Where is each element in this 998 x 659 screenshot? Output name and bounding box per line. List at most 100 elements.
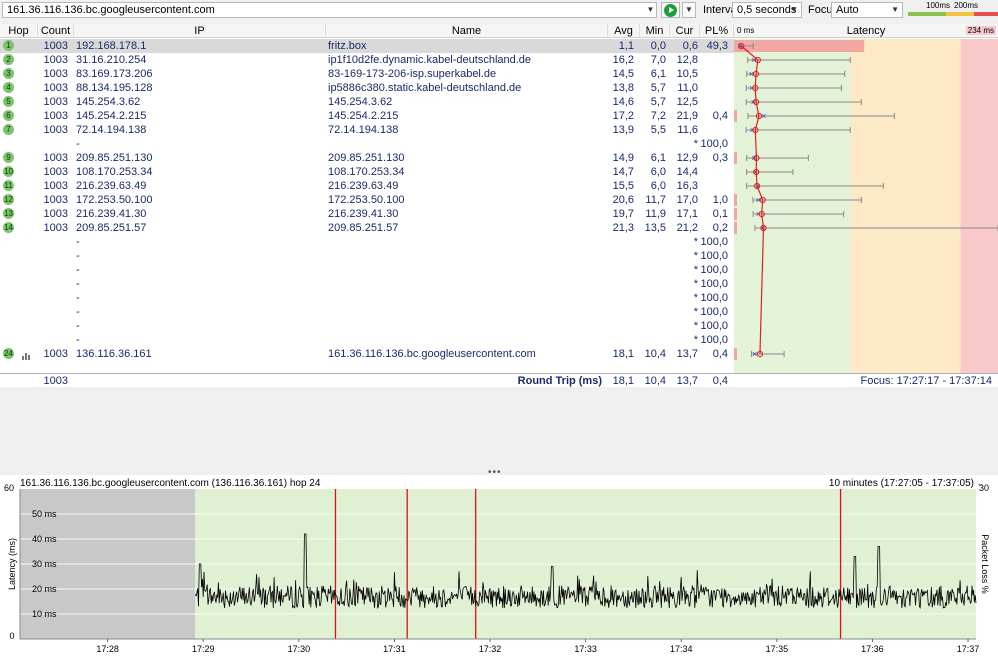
hop-count: 1003: [43, 124, 68, 136]
rt-count: 1003: [43, 375, 68, 387]
hop-row[interactable]: - * 100,0: [0, 305, 734, 319]
target-input[interactable]: 161.36.116.136.bc.googleusercontent.com: [2, 2, 657, 18]
hop-row[interactable]: 10 1003 108.170.253.34 108.170.253.34 14,7 6,…: [0, 165, 734, 179]
hop-cur: *: [693, 264, 698, 276]
hop-number-badge: 7: [3, 124, 14, 135]
hop-cur: 12,8: [676, 54, 698, 66]
col-avg[interactable]: Avg: [608, 24, 640, 38]
hop-count: [38, 263, 68, 277]
hop-row[interactable]: 5 1003 145.254.3.62 145.254.3.62 14,6 5,7 12,5: [0, 95, 734, 109]
hop-ip: 209.85.251.130: [76, 152, 153, 164]
hop-min: 10,4: [644, 348, 666, 360]
hop-row[interactable]: 7 1003 72.14.194.138 72.14.194.138 13,9 5,5 11…: [0, 123, 734, 137]
hop-row[interactable]: 14 1003 209.85.251.57 209.85.251.57 21,3 13,5…: [0, 221, 734, 235]
hop-avg: 20,6: [612, 194, 634, 206]
hop-name: ip5886c380.static.kabel-deutschland.de: [328, 82, 522, 94]
hop-ip: -: [76, 250, 80, 262]
hop-name: 209.85.251.57: [328, 222, 399, 234]
hop-pl: 100,0: [700, 138, 728, 150]
interval-value: 0,5 seconds: [737, 4, 797, 16]
hop-hop: 6: [0, 109, 38, 123]
hop-cur: *: [693, 278, 698, 290]
hop-hop: [0, 305, 38, 319]
focus-select[interactable]: Auto ▼: [831, 2, 903, 18]
hop-pl: [700, 179, 728, 193]
hop-min: 6,1: [650, 152, 666, 164]
hop-name: [328, 305, 604, 319]
hop-row[interactable]: - * 100,0: [0, 333, 734, 347]
hop-row[interactable]: 3 1003 83.169.173.206 83-169-173-206-isp.su…: [0, 67, 734, 81]
hop-avg: 15,5: [612, 180, 634, 192]
packet-loss-bar: [734, 194, 737, 206]
hop-name: ip1f10d2fe.dynamic.kabel-deutschland.de: [328, 54, 532, 66]
hop-row[interactable]: - * 100,0: [0, 235, 734, 249]
hop-hop: 1: [0, 39, 38, 53]
hop-number-badge: 12: [3, 194, 14, 205]
hop-ip: -: [76, 320, 80, 332]
hop-hop: [0, 137, 38, 151]
hop-row[interactable]: 1 1003 192.168.178.1 fritz.box 1,1 0,0 0,6 49,3: [0, 39, 734, 53]
grid-header: Hop Count IP Name Avg Min Cur PL% Latenc…: [0, 24, 998, 38]
hop-row[interactable]: - * 100,0: [0, 263, 734, 277]
timeline-chart[interactable]: 50 ms40 ms30 ms20 ms10 ms60030Latency (m…: [0, 475, 998, 659]
hop-cur: 10,5: [676, 68, 698, 80]
hop-row[interactable]: 12 1003 172.253.50.100 172.253.50.100 20,6 11…: [0, 193, 734, 207]
hop-pl: 0,4: [712, 110, 728, 122]
hop-count: 1003: [43, 96, 68, 108]
hop-row[interactable]: 24 1003 136.116.36.161 161.36.116.136.bc.go…: [0, 347, 734, 361]
col-min[interactable]: Min: [640, 24, 670, 38]
col-cur[interactable]: Cur: [670, 24, 700, 38]
latency-cur-mark: ×: [752, 349, 757, 359]
chart-range[interactable]: 10 minutes (17:27:05 - 17:37:05): [829, 478, 974, 489]
hop-row[interactable]: - * 100,0: [0, 291, 734, 305]
hop-row[interactable]: - * 100,0: [0, 319, 734, 333]
hop-ip: 145.254.3.62: [76, 96, 141, 108]
hop-hop: [0, 291, 38, 305]
scale-100-label: 100ms: [926, 1, 951, 10]
hop-row[interactable]: - * 100,0: [0, 249, 734, 263]
bar-chart-icon[interactable]: [22, 350, 32, 360]
hop-row[interactable]: 6 1003 145.254.2.215 145.254.2.215 17,2 7,2 21…: [0, 109, 734, 123]
hop-row[interactable]: - * 100,0: [0, 137, 734, 151]
chevron-down-icon[interactable]: ⌄: [976, 478, 984, 489]
hop-ip: -: [76, 306, 80, 318]
hop-row[interactable]: 2 1003 31.16.210.254 ip1f10d2fe.dynamic.kab…: [0, 53, 734, 67]
col-name[interactable]: Name: [326, 24, 608, 38]
hop-row[interactable]: 11 1003 216.239.63.49 216.239.63.49 15,5 6,0 1…: [0, 179, 734, 193]
interval-select[interactable]: 0,5 seconds ▼: [732, 2, 802, 18]
hop-cur: 21,9: [676, 110, 698, 122]
hop-pl: 100,0: [700, 264, 728, 276]
focus-range: Focus: 17:27:17 - 17:37:14: [860, 375, 992, 387]
latency-zone-warn: [850, 39, 961, 373]
hop-avg: [608, 291, 634, 305]
col-hop[interactable]: Hop: [0, 24, 38, 38]
packet-loss-bar: [734, 152, 737, 164]
hop-row[interactable]: - * 100,0: [0, 277, 734, 291]
hop-min: 11,7: [645, 194, 666, 206]
hop-ip: -: [76, 278, 80, 290]
hop-hop: 9: [0, 151, 38, 165]
hop-name: [328, 235, 604, 249]
hop-count: [38, 291, 68, 305]
hop-row[interactable]: 4 1003 88.134.195.128 ip5886c380.static.kab…: [0, 81, 734, 95]
col-ip[interactable]: IP: [74, 24, 326, 38]
target-dropdown-icon[interactable]: ▼: [645, 3, 656, 17]
hop-ip: 192.168.178.1: [76, 40, 147, 52]
play-button[interactable]: [661, 2, 680, 18]
hop-min: [640, 277, 666, 291]
play-dropdown-icon[interactable]: ▼: [682, 2, 696, 18]
hop-pl: 0,4: [712, 348, 728, 360]
col-pl[interactable]: PL%: [700, 24, 734, 38]
hop-pl: [700, 165, 728, 179]
hop-hop: 13: [0, 207, 38, 221]
hop-cur: 13,7: [676, 348, 698, 360]
col-count[interactable]: Count: [38, 24, 74, 38]
hop-name: [328, 291, 604, 305]
hop-row[interactable]: 9 1003 209.85.251.130 209.85.251.130 14,9 6,1…: [0, 151, 734, 165]
col-latency[interactable]: Latency: [734, 24, 998, 38]
scale-warn-bar: [946, 12, 974, 16]
rt-avg: 18,1: [612, 375, 634, 387]
chevron-down-icon: ▼: [891, 5, 899, 14]
hop-row[interactable]: 13 1003 216.239.41.30 216.239.41.30 19,7 11,9…: [0, 207, 734, 221]
x-tick-label: 17:37: [957, 644, 980, 654]
